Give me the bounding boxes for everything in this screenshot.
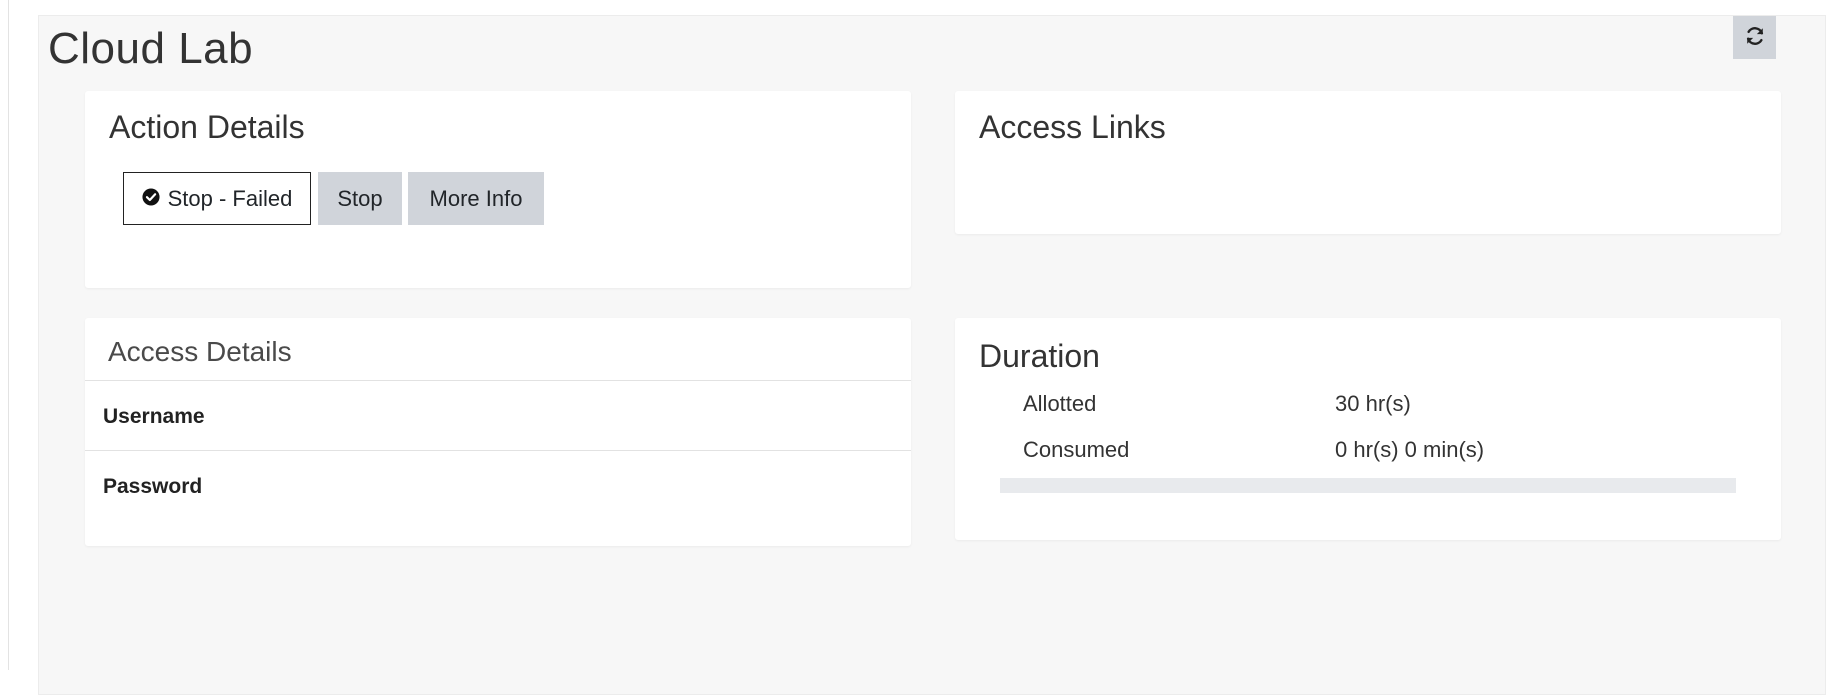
access-links-title: Access Links bbox=[979, 109, 1166, 145]
stop-button[interactable]: Stop bbox=[318, 172, 402, 225]
action-details-card: Action Details Stop - Failed Stop More I… bbox=[85, 91, 911, 288]
refresh-icon bbox=[1744, 25, 1766, 50]
access-details-card: Access Details Username Password bbox=[85, 318, 911, 546]
allotted-value: 30 hr(s) bbox=[1335, 391, 1411, 416]
action-details-title: Action Details bbox=[109, 109, 305, 145]
duration-title: Duration bbox=[979, 338, 1100, 374]
allotted-label: Allotted bbox=[1023, 391, 1097, 416]
check-circle-icon bbox=[142, 186, 160, 212]
left-border bbox=[8, 0, 9, 670]
lab-panel: Cloud Lab Action Details Stop - Failed S… bbox=[38, 15, 1826, 695]
consumed-value: 0 hr(s) 0 min(s) bbox=[1335, 437, 1485, 462]
status-button-label: Stop - Failed bbox=[167, 185, 293, 211]
page-title: Cloud Lab bbox=[48, 24, 254, 73]
divider bbox=[85, 450, 911, 451]
divider bbox=[85, 380, 911, 381]
consumed-label: Consumed bbox=[1023, 437, 1130, 462]
password-label: Password bbox=[103, 475, 203, 498]
username-label: Username bbox=[103, 405, 205, 428]
duration-card: Duration Allotted 30 hr(s) Consumed 0 hr… bbox=[955, 318, 1781, 540]
status-button[interactable]: Stop - Failed bbox=[123, 172, 311, 225]
more-info-button[interactable]: More Info bbox=[408, 172, 544, 225]
duration-progress-bar bbox=[1000, 478, 1736, 493]
access-links-card: Access Links bbox=[955, 91, 1781, 234]
refresh-button[interactable] bbox=[1733, 16, 1776, 59]
access-details-title: Access Details bbox=[108, 336, 292, 367]
